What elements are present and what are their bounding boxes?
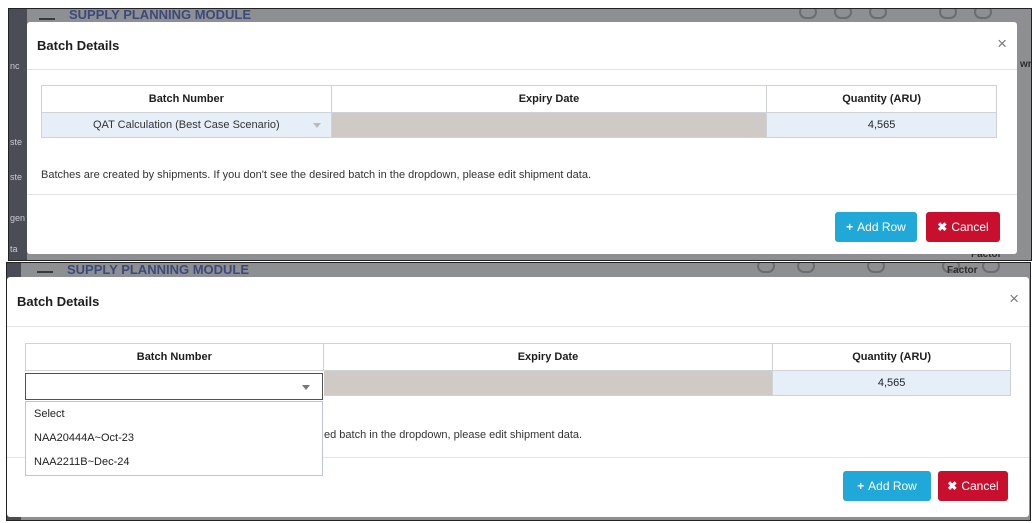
batch-dropdown-menu: Select NAA20444A~Oct-23 NAA2211B~Dec-24	[25, 401, 323, 476]
modal-header: Batch Details ×	[7, 277, 1029, 327]
plus-icon: +	[846, 220, 854, 234]
quantity-cell[interactable]: 4,565	[766, 112, 997, 138]
column-header-quantity: Quantity (ARU)	[766, 85, 997, 113]
toolbar-icon	[834, 9, 852, 19]
dropdown-option[interactable]: NAA2211B~Dec-24	[26, 450, 322, 474]
cancel-label: Cancel	[961, 479, 999, 493]
sidebar-fragment: ta	[10, 244, 18, 254]
column-header-batch-number: Batch Number	[41, 85, 332, 113]
screenshot-panel-top: SUPPLY PLANNING MODULE nc ste ste gen ta…	[8, 8, 1032, 261]
module-title: SUPPLY PLANNING MODULE	[67, 262, 250, 277]
add-row-button[interactable]: + Add Row	[843, 471, 931, 501]
close-icon[interactable]: ×	[997, 34, 1007, 54]
column-fragment: Factor	[947, 265, 978, 276]
modal-title: Batch Details	[37, 38, 120, 53]
close-icon[interactable]: ×	[1009, 289, 1019, 309]
module-title: SUPPLY PLANNING MODULE	[69, 8, 252, 22]
batch-details-modal: Batch Details × Batch Number Expiry Date…	[27, 22, 1017, 254]
sidebar-fragment: ste	[10, 172, 23, 182]
batch-table: Batch Number Expiry Date Quantity (ARU) …	[41, 85, 997, 138]
add-row-button[interactable]: + Add Row	[835, 212, 917, 242]
sidebar-fragment: ste	[10, 137, 23, 147]
table-row: QAT Calculation (Best Case Scenario) 4,5…	[41, 112, 997, 138]
chevron-down-icon	[302, 385, 310, 390]
hamburger-icon	[37, 271, 53, 273]
column-header-quantity: Quantity (ARU)	[772, 343, 1011, 371]
add-row-label: Add Row	[857, 220, 906, 234]
modal-header: Batch Details ×	[27, 22, 1017, 70]
chevron-down-icon	[312, 123, 321, 128]
toolbar-icon	[939, 9, 957, 19]
close-icon: ✖	[947, 479, 958, 493]
batch-help-note: ed batch in the dropdown, please edit sh…	[324, 429, 583, 441]
toolbar-icon	[757, 263, 775, 273]
modal-title: Batch Details	[17, 294, 100, 309]
toolbar-icon	[867, 263, 885, 273]
column-header-batch-number: Batch Number	[25, 343, 324, 371]
sidebar-strip: nc ste ste gen ta	[9, 9, 27, 260]
batch-details-modal: Batch Details × Batch Number Expiry Date…	[7, 277, 1029, 517]
dropdown-option[interactable]: NAA20444A~Oct-23	[26, 426, 322, 450]
hamburger-icon	[39, 18, 55, 20]
toolbar-icon	[982, 263, 1000, 273]
toolbar-icon	[974, 9, 992, 19]
close-icon: ✖	[937, 220, 948, 234]
toolbar-icon	[797, 263, 815, 273]
plus-icon: +	[857, 479, 865, 493]
modal-footer-divider	[27, 194, 1017, 195]
quantity-cell[interactable]: 4,565	[772, 370, 1011, 396]
batch-number-value: QAT Calculation (Best Case Scenario)	[93, 119, 280, 131]
batch-number-select[interactable]: QAT Calculation (Best Case Scenario)	[41, 112, 332, 138]
expiry-date-cell[interactable]	[322, 370, 774, 396]
cancel-button[interactable]: ✖ Cancel	[938, 471, 1008, 501]
toolbar-icon	[869, 9, 887, 19]
add-row-label: Add Row	[868, 479, 917, 493]
batch-help-note: Batches are created by shipments. If you…	[41, 169, 591, 181]
dropdown-option[interactable]: Select	[26, 402, 322, 426]
cancel-label: Cancel	[951, 220, 989, 234]
expiry-date-cell[interactable]	[330, 112, 768, 138]
sidebar-fragment: nc	[10, 61, 20, 71]
toolbar-icon	[799, 9, 817, 19]
batch-number-select[interactable]	[25, 373, 323, 400]
column-header-expiry-date: Expiry Date	[330, 85, 768, 113]
sidebar-fragment: gen	[10, 213, 26, 223]
screenshot-panel-bottom: SUPPLY PLANNING MODULE Factor Factor Bat…	[6, 262, 1031, 521]
column-header-expiry-date: Expiry Date	[322, 343, 774, 371]
cancel-button[interactable]: ✖ Cancel	[926, 212, 1000, 242]
column-fragment: wnl	[1020, 59, 1031, 70]
